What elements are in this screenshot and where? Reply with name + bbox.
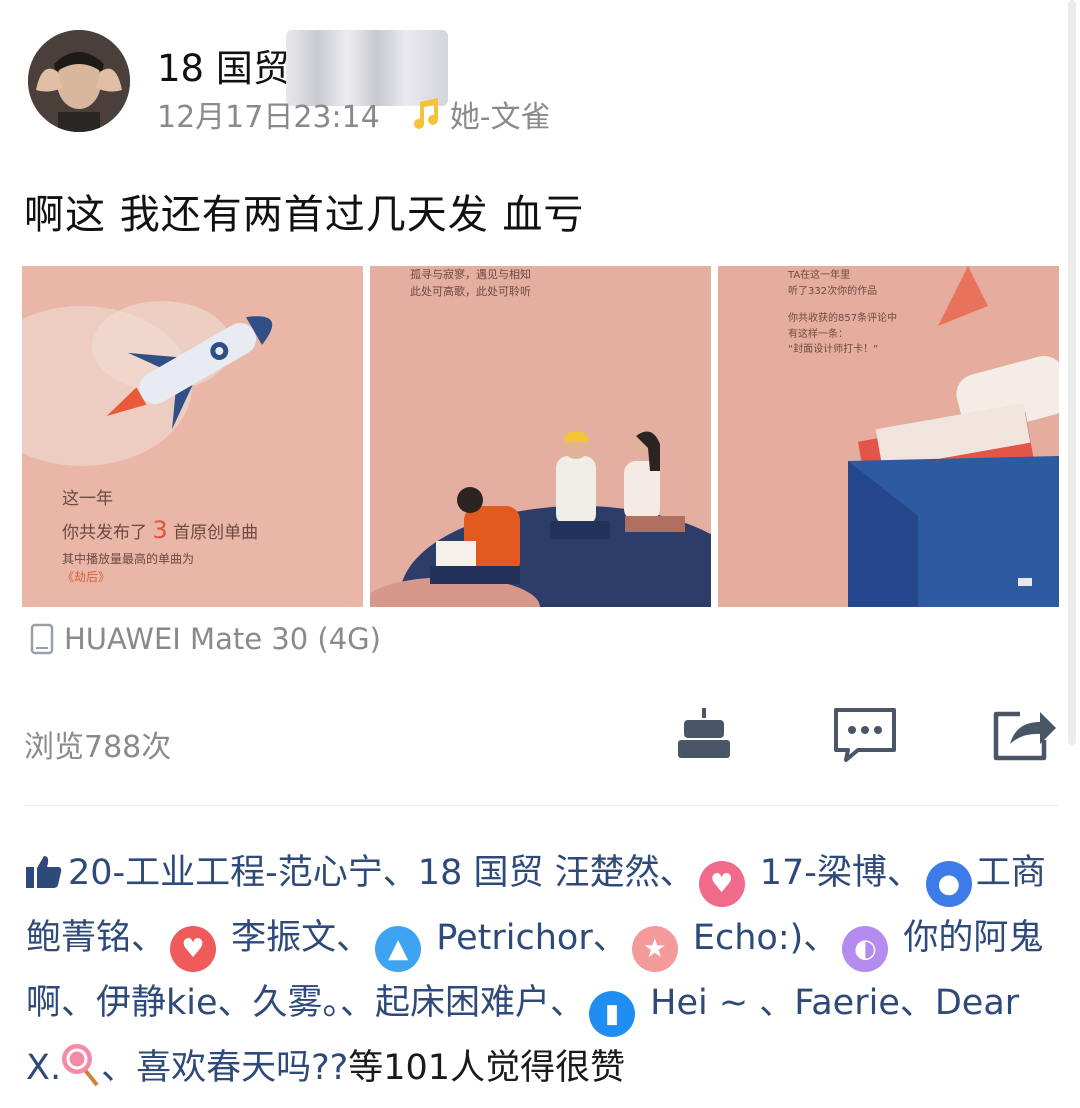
star-badge-icon: ★ <box>631 926 678 972</box>
device-info: HUAWEI Mate 30 (4G) <box>30 622 381 656</box>
like-names[interactable]: Hei ~ 、Faerie、 <box>639 983 935 1023</box>
rocket-badge-icon: ▲ <box>375 926 422 972</box>
scrollbar[interactable] <box>1068 0 1076 745</box>
popsicle-badge-icon: ▮ <box>589 991 636 1037</box>
photo-caption: 这一年 你共发布了 3 首原创单曲 其中播放量最高的单曲为 《劫后》 <box>62 489 259 585</box>
caption-line: 你共发布了 3 首原创单曲 <box>62 516 259 545</box>
music-tag[interactable]: 她-文雀 <box>408 92 551 136</box>
post-meta: 12月17日23:14 她-文雀 <box>157 92 551 136</box>
like-names[interactable]: Echo:)、 <box>682 918 838 958</box>
like-names[interactable]: 李振文、 <box>220 918 371 958</box>
cake-icon[interactable] <box>676 700 732 764</box>
share-icon[interactable] <box>990 700 1058 764</box>
planet-badge-icon: ◐ <box>842 926 889 972</box>
likes-suffix: 等101人觉得很赞 <box>348 1048 626 1088</box>
music-title: 她-文雀 <box>449 100 551 135</box>
post-text: 啊这 我还有两首过几天发 血亏 <box>24 192 585 238</box>
like-names[interactable]: 17-梁博、 <box>749 853 922 893</box>
photo-caption: TA在这一年里 听了332次你的作品 你共收获的857条评论中 有这样一条： “… <box>788 270 898 355</box>
comment-icon[interactable] <box>832 700 898 764</box>
lollipop-icon <box>61 1041 101 1108</box>
device-name: HUAWEI Mate 30 (4G) <box>64 622 381 656</box>
divider <box>24 805 1058 806</box>
author-name[interactable]: 18 国贸 <box>157 38 290 92</box>
photo-grid: 这一年 你共发布了 3 首原创单曲 其中播放量最高的单曲为 《劫后》 孤寻与寂寥… <box>22 266 1059 607</box>
like-names[interactable]: 20-工业工程-范心宁、18 国贸 汪楚然、 <box>68 853 695 893</box>
likes-list: 20-工业工程-范心宁、18 国贸 汪楚然、 ♥ 17-梁博、 ● 工商 鲍菁铭、 ♥ … <box>26 842 1060 1108</box>
photo-records[interactable]: TA在这一年里 听了332次你的作品 你共收获的857条评论中 有这样一条： “… <box>718 266 1059 607</box>
photo-rocket[interactable]: 这一年 你共发布了 3 首原创单曲 其中播放量最高的单曲为 《劫后》 <box>22 266 363 607</box>
heart-badge-icon: ♥ <box>170 926 217 972</box>
like-names[interactable]: 、喜欢春天吗?? <box>101 1048 348 1088</box>
photo-couple[interactable]: 孤寻与寂寥，遇见与相知 此处可高歌，此处可聆听 <box>370 266 711 607</box>
highlight-number: 3 <box>152 516 168 545</box>
view-count: 浏览788次 <box>24 730 172 765</box>
photo-caption: 孤寻与寂寥，遇见与相知 此处可高歌，此处可聆听 <box>410 268 531 299</box>
music-note-icon <box>413 98 438 129</box>
thumbs-up-icon <box>26 856 62 888</box>
phone-icon <box>30 623 54 655</box>
post-timestamp: 12月17日23:14 <box>157 100 380 135</box>
avatar[interactable] <box>28 30 130 132</box>
whale-badge-icon: ● <box>925 861 972 907</box>
like-names[interactable]: Petrichor、 <box>425 918 627 958</box>
wings-badge-icon: ♥ <box>698 861 745 907</box>
